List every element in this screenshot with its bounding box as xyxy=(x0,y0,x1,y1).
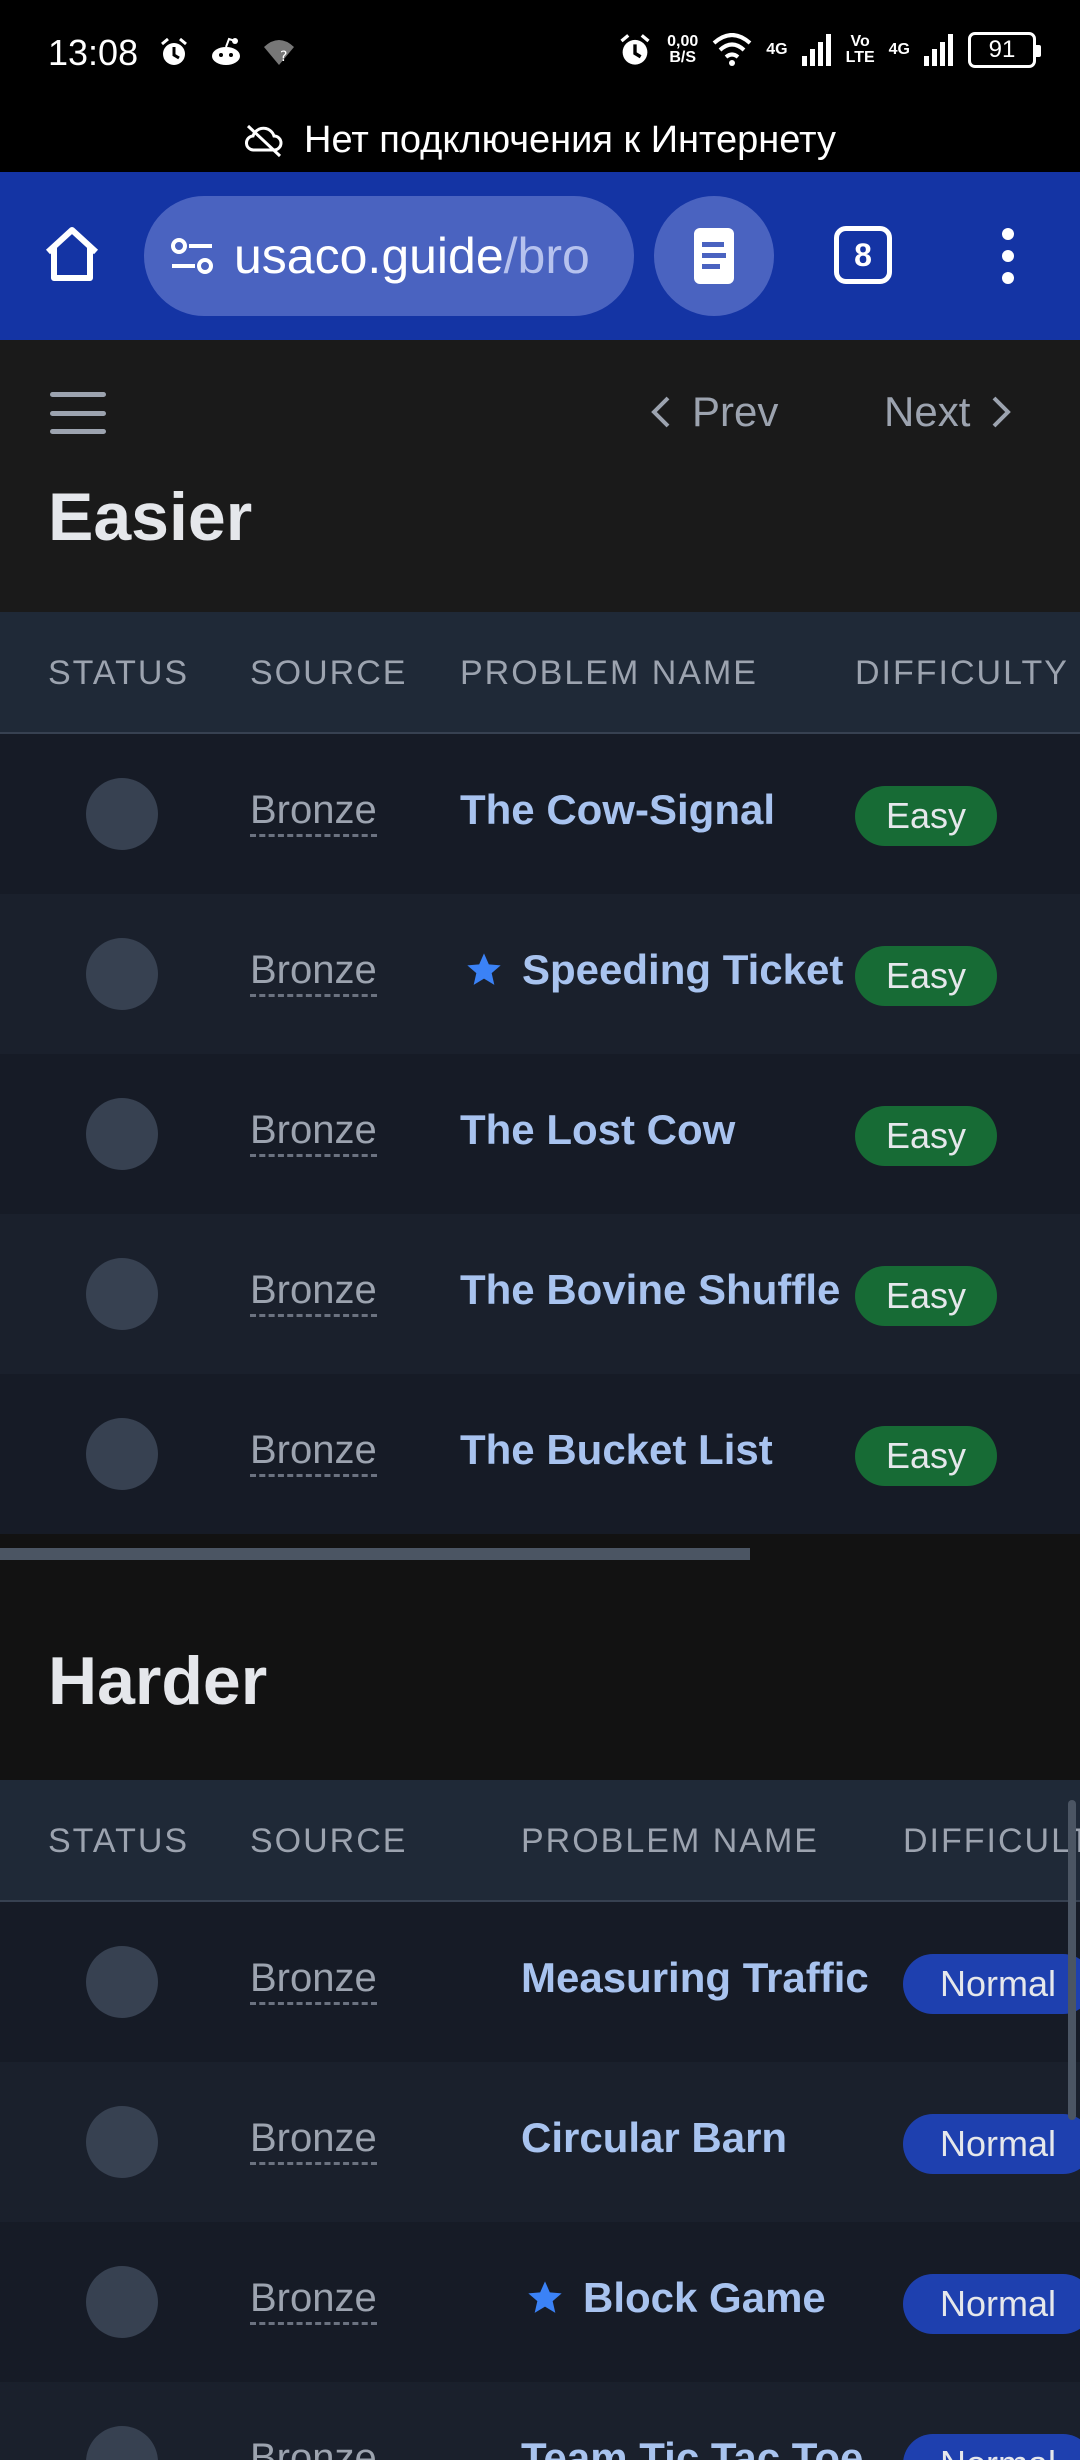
table-row: Bronze Measuring Traffic Normal xyxy=(0,1902,1080,2062)
source-link[interactable]: Bronze xyxy=(250,2434,377,2460)
section-title-harder: Harder xyxy=(48,1643,268,1719)
problems-table-easier: STATUS SOURCE PROBLEM NAME DIFFICULTY Br… xyxy=(0,612,1080,1534)
wifi-question-icon: ? xyxy=(264,40,294,65)
status-bar: 13:08 ? 0,00 B/S 4G Vo LTE 4G 91 xyxy=(0,0,1080,108)
column-header-source: SOURCE xyxy=(250,1822,408,1860)
table-header: STATUS SOURCE PROBLEM NAME DIFFICULTY xyxy=(0,612,1080,734)
problem-link[interactable]: The Lost Cow xyxy=(460,1106,735,1154)
problem-link[interactable]: Speeding Ticket xyxy=(464,946,843,994)
offline-message: Нет подключения к Интернету xyxy=(304,118,836,161)
volte-label: Vo LTE xyxy=(845,33,875,66)
url-text[interactable]: usaco.guide/bro xyxy=(234,227,590,285)
table-row: Bronze The Lost Cow Easy xyxy=(0,1054,1080,1214)
next-button[interactable]: Next xyxy=(884,388,1014,436)
status-indicator[interactable] xyxy=(86,1418,158,1490)
prev-button[interactable]: Prev xyxy=(648,388,778,436)
cloud-off-icon xyxy=(245,124,283,158)
clock: 13:08 xyxy=(48,32,139,73)
column-header-problem-name: PROBLEM NAME xyxy=(460,654,758,692)
table-row: Bronze Speeding Ticket Easy xyxy=(0,894,1080,1054)
table-row: Bronze Block Game Normal xyxy=(0,2222,1080,2382)
page-header: Prev Next Easier xyxy=(0,340,1080,612)
section-title-easier: Easier xyxy=(48,479,253,555)
column-header-status: STATUS xyxy=(48,654,190,692)
table-row: Bronze Team Tic Tac Toe Normal xyxy=(0,2382,1080,2460)
status-indicator[interactable] xyxy=(86,1946,158,2018)
reader-mode-button[interactable] xyxy=(654,196,774,316)
network-speed: 0,00 B/S xyxy=(667,33,699,66)
table-row: Bronze The Bovine Shuffle Easy xyxy=(0,1214,1080,1374)
table-header: STATUS SOURCE PROBLEM NAME DIFFICULTY xyxy=(0,1780,1080,1902)
column-header-source: SOURCE xyxy=(250,654,408,692)
difficulty-badge: Easy xyxy=(855,1106,997,1166)
network-type-label: 4G xyxy=(888,41,910,58)
signal-icon xyxy=(801,34,831,66)
status-indicator[interactable] xyxy=(86,2266,158,2338)
problems-table-harder: STATUS SOURCE PROBLEM NAME DIFFICULTY Br… xyxy=(0,1780,1080,2460)
source-link[interactable]: Bronze xyxy=(250,1426,377,1477)
address-bar[interactable]: usaco.guide/bro xyxy=(144,196,634,316)
table-row: Bronze The Cow-Signal Easy xyxy=(0,734,1080,894)
hamburger-menu-icon[interactable] xyxy=(50,392,106,434)
status-indicator[interactable] xyxy=(86,1258,158,1330)
site-settings-icon[interactable] xyxy=(168,232,216,280)
network-type-label: 4G xyxy=(766,41,788,58)
difficulty-badge: Easy xyxy=(855,946,997,1006)
table-row: Bronze Circular Barn Normal xyxy=(0,2062,1080,2222)
svg-text:?: ? xyxy=(280,49,287,65)
problem-link[interactable]: Team Tic Tac Toe xyxy=(521,2434,863,2460)
horizontal-scrollbar[interactable] xyxy=(0,1548,750,1560)
battery-indicator: 91 xyxy=(968,32,1041,68)
alarm-icon xyxy=(620,34,650,65)
problem-link[interactable]: The Bovine Shuffle xyxy=(460,1266,840,1314)
difficulty-badge: Normal xyxy=(903,2434,1080,2460)
difficulty-badge: Normal xyxy=(903,1954,1080,2014)
problem-link[interactable]: Measuring Traffic xyxy=(521,1954,869,2002)
status-indicator[interactable] xyxy=(86,938,158,1010)
problem-link[interactable]: The Cow-Signal xyxy=(460,786,775,834)
source-link[interactable]: Bronze xyxy=(250,786,377,837)
status-indicator[interactable] xyxy=(86,778,158,850)
problem-link[interactable]: Circular Barn xyxy=(521,2114,787,2162)
column-header-problem-name: PROBLEM NAME xyxy=(521,1822,819,1860)
vertical-scrollbar[interactable] xyxy=(1068,1800,1076,2120)
column-header-difficulty: DIFFICULTY xyxy=(855,654,1069,692)
difficulty-badge: Normal xyxy=(903,2274,1080,2334)
difficulty-badge: Normal xyxy=(903,2114,1080,2174)
star-icon xyxy=(528,2281,562,2313)
status-indicator[interactable] xyxy=(86,2106,158,2178)
tab-switcher-button[interactable]: 8 xyxy=(834,226,892,284)
table-row: Bronze The Bucket List Easy xyxy=(0,1374,1080,1534)
source-link[interactable]: Bronze xyxy=(250,946,377,997)
more-menu-icon[interactable] xyxy=(990,222,1026,290)
star-icon xyxy=(467,953,501,985)
source-link[interactable]: Bronze xyxy=(250,1954,377,2005)
alarm-icon xyxy=(161,37,187,65)
column-header-status: STATUS xyxy=(48,1822,190,1860)
difficulty-badge: Easy xyxy=(855,1266,997,1326)
status-indicator[interactable] xyxy=(86,2426,158,2460)
browser-toolbar: usaco.guide/bro 8 xyxy=(0,172,1080,340)
offline-banner: Нет подключения к Интернету xyxy=(0,108,1080,172)
chevron-right-icon xyxy=(992,396,1012,428)
chevron-left-icon xyxy=(651,396,670,428)
source-link[interactable]: Bronze xyxy=(250,1266,377,1317)
source-link[interactable]: Bronze xyxy=(250,1106,377,1157)
problem-link[interactable]: Block Game xyxy=(525,2274,826,2322)
difficulty-badge: Easy xyxy=(855,786,997,846)
problem-link[interactable]: The Bucket List xyxy=(460,1426,773,1474)
wifi-icon xyxy=(712,33,752,66)
column-header-difficulty: DIFFICULTY xyxy=(903,1822,1080,1860)
source-link[interactable]: Bronze xyxy=(250,2274,377,2325)
home-icon[interactable] xyxy=(40,222,104,286)
difficulty-badge: Easy xyxy=(855,1426,997,1486)
signal-icon xyxy=(924,34,953,66)
document-icon xyxy=(694,228,734,284)
status-indicator[interactable] xyxy=(86,1098,158,1170)
reddit-icon xyxy=(212,37,240,65)
source-link[interactable]: Bronze xyxy=(250,2114,377,2165)
